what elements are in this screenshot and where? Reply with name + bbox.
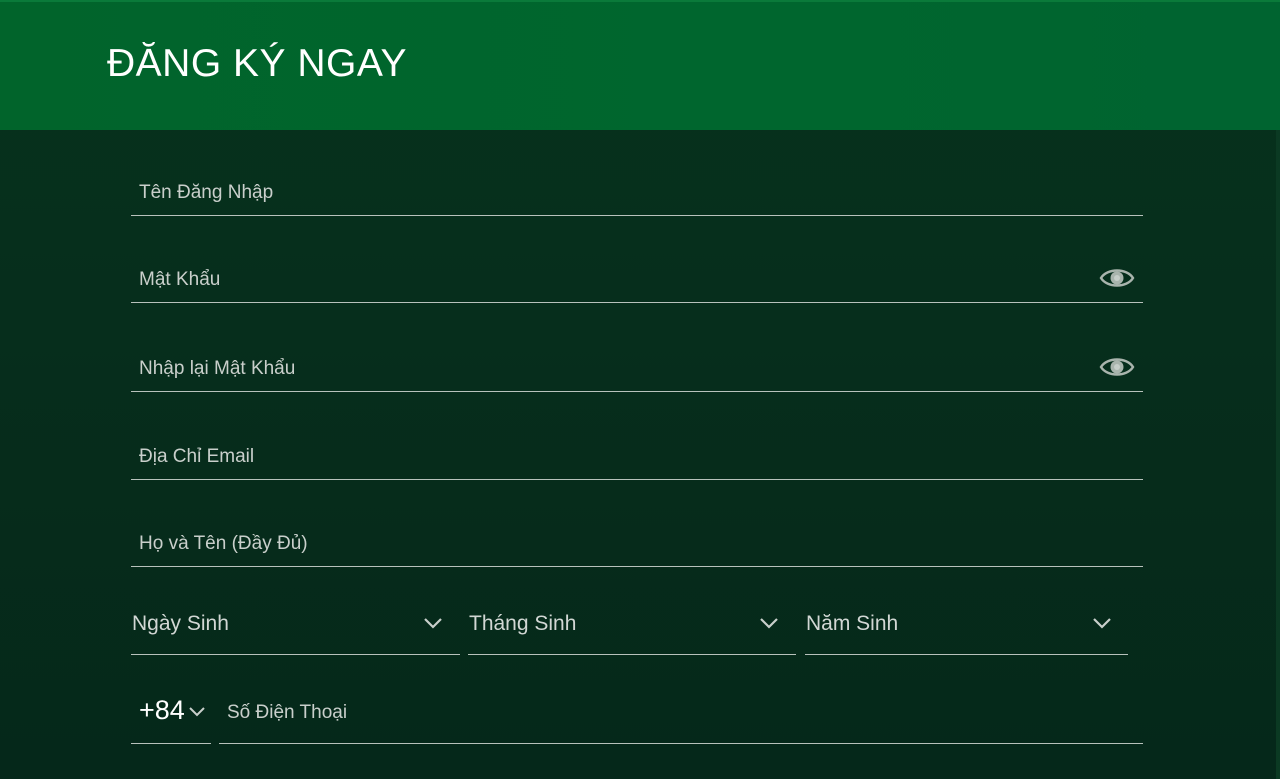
username-field-container (131, 172, 1143, 216)
registration-page: ĐĂNG KÝ NGAY Ngày Sinh (0, 0, 1280, 779)
birth-day-label: Ngày Sinh (132, 612, 229, 635)
chevron-down-icon (760, 618, 778, 629)
phone-field-container (219, 690, 1143, 744)
full-name-input[interactable] (139, 523, 1079, 565)
birth-year-select[interactable]: Năm Sinh (805, 598, 1128, 655)
header-bar: ĐĂNG KÝ NGAY (0, 0, 1280, 130)
birth-month-label: Tháng Sinh (469, 612, 577, 635)
full-name-field-container (131, 523, 1143, 567)
chevron-down-icon (189, 707, 205, 717)
username-input[interactable] (139, 172, 1079, 214)
email-input[interactable] (139, 436, 1079, 478)
phone-country-code: +84 (139, 695, 185, 725)
birth-day-select[interactable]: Ngày Sinh (131, 598, 460, 655)
email-field-container (131, 436, 1143, 480)
eye-icon[interactable] (1099, 354, 1135, 380)
phone-input[interactable] (227, 698, 1107, 728)
confirm-password-input[interactable] (139, 348, 1079, 390)
phone-country-code-select[interactable]: +84 (131, 690, 211, 744)
eye-icon[interactable] (1099, 265, 1135, 291)
page-title: ĐĂNG KÝ NGAY (107, 42, 408, 85)
password-input[interactable] (139, 259, 1079, 301)
scroll-edge (1276, 130, 1280, 779)
birth-year-label: Năm Sinh (806, 612, 899, 635)
confirm-password-field-container (131, 348, 1143, 392)
chevron-down-icon (424, 618, 442, 629)
chevron-down-icon (1093, 618, 1111, 629)
birth-month-select[interactable]: Tháng Sinh (468, 598, 796, 655)
password-field-container (131, 259, 1143, 303)
